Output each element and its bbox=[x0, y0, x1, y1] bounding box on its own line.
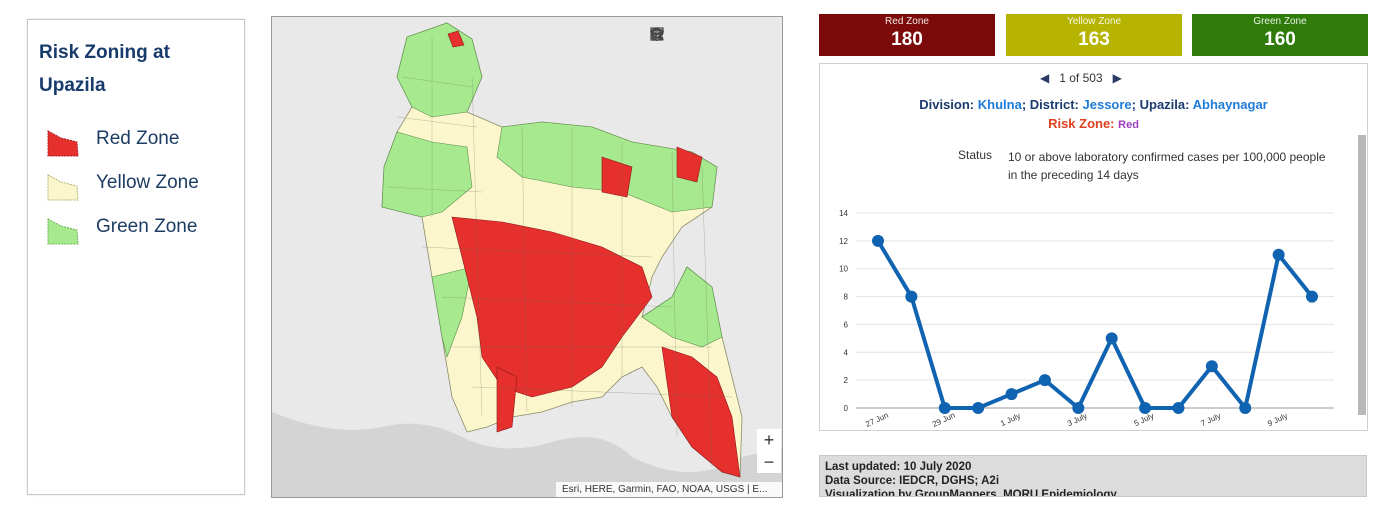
status-text: 10 or above laboratory confirmed cases p… bbox=[1008, 150, 1326, 182]
data-point bbox=[905, 290, 918, 303]
data-point bbox=[1306, 290, 1318, 303]
district-label: ; District: bbox=[1021, 97, 1079, 112]
visualization-credit-text: Visualization by GroupMappers, MORU Epid… bbox=[825, 489, 1117, 497]
green-zone-card-label: Green Zone bbox=[1253, 16, 1307, 27]
next-feature-icon[interactable]: ▶ bbox=[1113, 71, 1122, 85]
zoom-control: + − bbox=[757, 429, 781, 473]
data-point bbox=[1205, 360, 1218, 373]
legend-item-green: Green Zone bbox=[45, 212, 235, 245]
last-updated-text: Last updated: 10 July 2020 bbox=[825, 461, 972, 473]
list-icon[interactable] bbox=[651, 27, 722, 47]
x-tick-label: 1 July bbox=[999, 411, 1022, 428]
x-tick-label: 27 Jun bbox=[864, 411, 890, 429]
upazila-value: Abhaynagar bbox=[1192, 97, 1268, 112]
district-value: Jessore bbox=[1082, 97, 1132, 112]
yellow-zone-swatch bbox=[47, 174, 79, 201]
legend-label-red: Red Zone bbox=[96, 128, 180, 149]
data-point bbox=[1139, 402, 1152, 414]
y-tick-label: 2 bbox=[844, 376, 849, 385]
footer-panel: Last updated: 10 July 2020 Data Source: … bbox=[819, 455, 1367, 497]
data-point bbox=[938, 402, 951, 414]
data-source-text: Data Source: IEDCR, DGHS; A2i bbox=[825, 475, 1000, 487]
yellow-zone-card-label: Yellow Zone bbox=[1066, 16, 1122, 27]
division-label: Division: bbox=[919, 97, 975, 112]
y-tick-label: 4 bbox=[844, 348, 849, 357]
legend-title: Risk Zoning at Upazila bbox=[39, 42, 170, 96]
data-point bbox=[1072, 402, 1085, 414]
green-zone-swatch bbox=[47, 218, 79, 245]
pager-text: 1 of 503 bbox=[1059, 71, 1103, 85]
y-tick-label: 6 bbox=[844, 320, 849, 329]
zoom-in-button[interactable]: + bbox=[757, 429, 781, 451]
x-tick-label: 7 July bbox=[1199, 411, 1222, 428]
red-zone-card-value: 180 bbox=[891, 29, 923, 50]
green-zone-card: Green Zone 160 bbox=[1192, 14, 1368, 56]
map-toolbar bbox=[650, 27, 774, 47]
status-label: Status bbox=[958, 148, 993, 162]
map-view[interactable]: + − Esri, HERE, Garmin, FAO, NOAA, USGS … bbox=[271, 16, 783, 498]
home-icon[interactable] bbox=[650, 27, 696, 47]
yellow-zone-card-value: 163 bbox=[1078, 29, 1110, 50]
legend-item-yellow: Yellow Zone bbox=[45, 168, 235, 201]
data-point bbox=[1272, 248, 1285, 261]
yellow-zone-card: Yellow Zone 163 bbox=[1006, 14, 1182, 56]
data-point bbox=[972, 402, 985, 414]
data-point bbox=[1038, 374, 1051, 387]
red-zone-swatch bbox=[47, 130, 79, 157]
upazila-label: ; Upazila: bbox=[1131, 97, 1190, 112]
previous-feature-icon[interactable]: ◀ bbox=[1040, 71, 1049, 85]
green-zone-card-value: 160 bbox=[1264, 29, 1296, 50]
y-tick-label: 0 bbox=[844, 404, 849, 413]
risk-line: Risk Zone: Red bbox=[819, 116, 1368, 131]
qr-icon[interactable] bbox=[650, 27, 774, 47]
legend-item-red: Red Zone bbox=[45, 124, 235, 157]
data-point bbox=[1005, 388, 1018, 401]
popup-pager: ◀ 1 of 503 ▶ bbox=[1040, 71, 1122, 85]
division-value: Khulna bbox=[977, 97, 1022, 112]
legend-label-green: Green Zone bbox=[96, 216, 198, 237]
data-point bbox=[1105, 332, 1118, 345]
map-attribution[interactable]: Esri, HERE, Garmin, FAO, NOAA, USGS | E.… bbox=[556, 482, 782, 497]
red-zone-card-label: Red Zone bbox=[885, 16, 929, 27]
y-tick-label: 8 bbox=[844, 293, 849, 302]
data-point bbox=[872, 234, 884, 247]
y-tick-label: 12 bbox=[839, 237, 848, 246]
legend-label-yellow: Yellow Zone bbox=[96, 172, 199, 193]
data-point bbox=[1239, 402, 1252, 414]
y-tick-label: 14 bbox=[839, 209, 848, 218]
data-point bbox=[1172, 402, 1185, 414]
cases-line-chart: 0246810121427 Jun 29 Jun 1 July 3 July 5 Jul… bbox=[839, 209, 1334, 429]
zoom-out-button[interactable]: − bbox=[757, 451, 781, 473]
legend-panel: Risk Zoning at Upazila Red Zone Yellow Z… bbox=[27, 19, 245, 495]
location-line: Division: Khulna; District: Jessore; Upa… bbox=[819, 97, 1368, 112]
bangladesh-map[interactable] bbox=[272, 17, 783, 498]
y-tick-label: 10 bbox=[839, 265, 848, 274]
layers-icon[interactable] bbox=[650, 27, 748, 47]
risk-label: Risk Zone: bbox=[1048, 116, 1115, 131]
x-tick-label: 9 July bbox=[1266, 411, 1289, 428]
risk-value: Red bbox=[1118, 119, 1139, 131]
red-zone-card: Red Zone 180 bbox=[819, 14, 995, 56]
